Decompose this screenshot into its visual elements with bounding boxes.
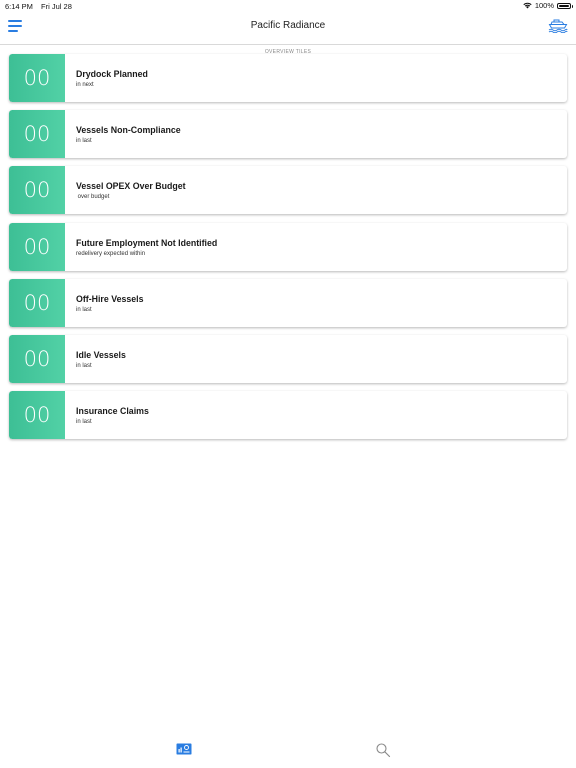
tile-body: Off-Hire Vessels in last [65, 279, 143, 327]
tile-count: 00 [9, 222, 65, 271]
tile-title: Future Employment Not Identified [76, 237, 218, 248]
overview-tile[interactable]: 00 Idle Vessels in last [9, 334, 567, 383]
ship-icon[interactable] [548, 17, 568, 33]
tile-body: Vessel OPEX Over Budget over budget [65, 166, 186, 214]
status-left: 6:14 PM Fri Jul 28 [5, 2, 78, 11]
tile-body: Idle Vessels in last [65, 335, 126, 383]
tile-body: Drydock Planned in next [65, 54, 148, 102]
tile-title: Vessels Non-Compliance [76, 125, 181, 136]
tile-title: Vessel OPEX Over Budget [76, 181, 186, 192]
overview-tile[interactable]: 00 Drydock Planned in next [9, 54, 567, 102]
tile-subtitle: in last [76, 306, 92, 313]
tile-subtitle: in last [76, 138, 92, 145]
tab-bar [0, 743, 576, 768]
status-right: 100% [523, 1, 573, 10]
battery-percent: 100% [534, 1, 554, 10]
overview-tiles: 00 Drydock Planned in next 00 Vessels Non-Co… [9, 54, 567, 447]
status-bar: 6:14 PM Fri Jul 28 100% [0, 0, 576, 12]
tile-title: Drydock Planned [76, 69, 148, 79]
tile-count: 00 [9, 54, 65, 102]
overview-tile[interactable]: 00 Future Employment Not Identified redeli… [9, 222, 567, 271]
tile-body: Insurance Claims in last [65, 391, 149, 439]
overview-tile[interactable]: 00 Insurance Claims in last [9, 391, 567, 440]
tile-title: Off-Hire Vessels [76, 293, 144, 304]
tile-subtitle: over budget [76, 194, 110, 201]
tile-title: Insurance Claims [76, 406, 149, 417]
tile-count: 00 [9, 391, 65, 440]
tile-body: Future Employment Not Identified redelive… [65, 223, 217, 271]
tile-count: 00 [9, 278, 65, 327]
tile-count: 00 [9, 110, 65, 159]
overview-tile[interactable]: 00 Vessel OPEX Over Budget over budget [9, 166, 567, 215]
overview-tile[interactable]: 00 Off-Hire Vessels in last [9, 278, 567, 327]
tile-subtitle: redelivery expected within [76, 250, 146, 257]
status-date: Fri Jul 28 [41, 2, 72, 11]
overview-tile[interactable]: 00 Vessels Non-Compliance in last [9, 110, 567, 159]
dashboard-icon[interactable] [176, 743, 192, 755]
tile-title: Idle Vessels [76, 349, 126, 360]
wifi-icon [523, 2, 532, 9]
tile-count: 00 [9, 334, 65, 383]
battery-icon [557, 2, 573, 9]
status-time: 6:14 PM [5, 2, 33, 11]
tile-count: 00 [9, 166, 65, 215]
tile-subtitle: in next [76, 82, 94, 88]
tile-subtitle: in last [76, 419, 92, 426]
tile-body: Vessels Non-Compliance in last [65, 110, 181, 158]
tile-subtitle: in last [76, 362, 92, 369]
page-title: Pacific Radiance [250, 20, 326, 31]
search-icon[interactable] [375, 742, 391, 758]
section-label: OVERVIEW TILES [0, 40, 576, 55]
section-divider [0, 44, 576, 45]
